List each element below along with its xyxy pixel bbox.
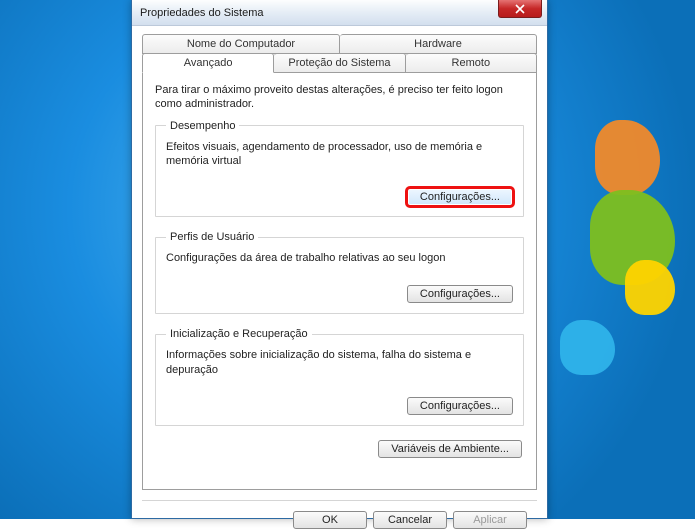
group-startup-recovery-legend: Inicialização e Recuperação (166, 328, 312, 340)
tab-remote[interactable]: Remoto (406, 53, 537, 73)
group-startup-recovery-desc: Informações sobre inicialização do siste… (166, 348, 513, 377)
startup-recovery-settings-button[interactable]: Configurações... (407, 397, 513, 415)
intro-text: Para tirar o máximo proveito destas alte… (155, 83, 524, 112)
group-startup-recovery: Inicialização e Recuperação Informações … (155, 328, 524, 426)
tab-advanced[interactable]: Avançado (142, 53, 274, 73)
dialog-buttons: OK Cancelar Aplicar (142, 500, 537, 529)
tab-system-protection[interactable]: Proteção do Sistema (274, 53, 405, 73)
group-user-profiles-desc: Configurações da área de trabalho relati… (166, 251, 513, 265)
tab-panel-advanced: Para tirar o máximo proveito destas alte… (142, 73, 537, 490)
group-user-profiles-legend: Perfis de Usuário (166, 231, 258, 243)
group-performance: Desempenho Efeitos visuais, agendamento … (155, 120, 524, 218)
ok-button[interactable]: OK (293, 511, 367, 529)
group-performance-desc: Efeitos visuais, agendamento de processa… (166, 140, 513, 169)
window-title: Propriedades do Sistema (140, 7, 264, 19)
system-properties-window: Propriedades do Sistema Nome do Computad… (131, 0, 548, 519)
tab-hardware[interactable]: Hardware (340, 34, 537, 54)
close-icon (515, 4, 525, 14)
apply-button[interactable]: Aplicar (453, 511, 527, 529)
group-performance-legend: Desempenho (166, 120, 239, 132)
performance-settings-button[interactable]: Configurações... (407, 188, 513, 206)
tab-computer-name[interactable]: Nome do Computador (142, 34, 340, 54)
group-user-profiles: Perfis de Usuário Configurações da área … (155, 231, 524, 314)
titlebar[interactable]: Propriedades do Sistema (132, 0, 547, 26)
windows-logo (555, 110, 685, 370)
environment-variables-button[interactable]: Variáveis de Ambiente... (378, 440, 522, 458)
desktop-background: Propriedades do Sistema Nome do Computad… (0, 0, 695, 519)
cancel-button[interactable]: Cancelar (373, 511, 447, 529)
user-profiles-settings-button[interactable]: Configurações... (407, 285, 513, 303)
tab-bar: Nome do Computador Hardware Avançado Pro… (142, 34, 537, 73)
close-button[interactable] (498, 0, 542, 18)
